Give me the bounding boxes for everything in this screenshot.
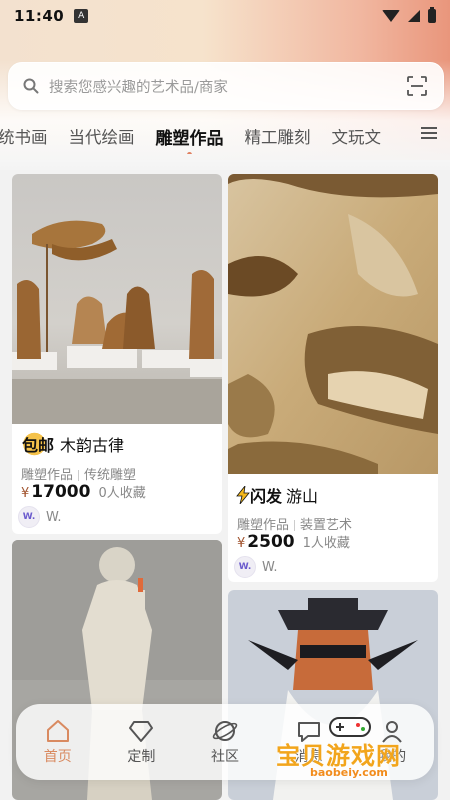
- tab-fine-carving[interactable]: 精工雕刻: [245, 124, 311, 148]
- product-price-row: ¥ 2500 1人收藏: [237, 532, 350, 552]
- menu-icon[interactable]: [420, 126, 438, 140]
- tab-sculpture[interactable]: 雕塑作品: [156, 124, 224, 154]
- free-shipping-badge: 包邮: [20, 432, 57, 456]
- avatar: W.: [234, 556, 256, 578]
- seller-name: W.: [262, 559, 278, 575]
- nav-home[interactable]: 首页: [23, 718, 93, 766]
- favorite-count: 0人收藏: [98, 486, 146, 501]
- flash-ship-badge: 闪发: [236, 483, 282, 507]
- product-image-rock-texture[interactable]: [228, 174, 438, 474]
- diamond-icon: [129, 721, 154, 742]
- signal-icon: [408, 10, 420, 22]
- search-icon: [23, 78, 39, 94]
- favorite-count: 1人收藏: [302, 536, 350, 551]
- tab-traditional-calligraphy[interactable]: 统书画: [0, 124, 48, 148]
- status-icons: [382, 7, 436, 23]
- battery-icon: [428, 7, 436, 23]
- status-bar: 11:40 A: [0, 0, 450, 32]
- scan-icon[interactable]: [405, 74, 429, 98]
- currency-symbol: ¥: [237, 536, 246, 551]
- nav-community[interactable]: 社区: [190, 718, 260, 766]
- nav-custom[interactable]: 定制: [106, 718, 176, 766]
- lightning-icon: [236, 486, 250, 504]
- currency-symbol: ¥: [21, 486, 30, 501]
- product-price: 17000: [31, 482, 91, 502]
- planet-icon: [212, 721, 238, 741]
- avatar: W.: [18, 506, 40, 528]
- category-tabs: 统书画 当代绘画 雕塑作品 精工雕刻 文玩文: [0, 118, 450, 154]
- product-categories: 雕塑作品 传统雕塑: [21, 468, 137, 483]
- nav-custom-label: 定制: [127, 749, 156, 765]
- product-categories: 雕塑作品 装置艺术: [237, 518, 353, 533]
- product-title: 游山: [286, 487, 319, 506]
- seller-info[interactable]: W. W.: [18, 506, 62, 528]
- nav-community-label: 社区: [210, 749, 239, 765]
- notification-icon: A: [74, 9, 89, 23]
- home-icon: [46, 720, 69, 742]
- product-image-sculpture-group[interactable]: [12, 174, 222, 424]
- status-time: 11:40: [14, 7, 65, 25]
- product-title: 木韵古律: [60, 436, 125, 455]
- tab-contemporary-painting[interactable]: 当代绘画: [69, 124, 135, 148]
- search-bar[interactable]: 搜索您感兴趣的艺术品/商家: [8, 62, 444, 110]
- site-watermark: 宝贝游戏网 baobeiy.com: [270, 712, 440, 782]
- tab-collectibles[interactable]: 文玩文: [332, 124, 382, 148]
- seller-name: W.: [46, 509, 62, 525]
- watermark-url: baobeiy.com: [310, 766, 388, 779]
- product-card[interactable]: 闪发 游山 雕塑作品 装置艺术 ¥ 2500 1人收藏 W. W.: [228, 174, 438, 582]
- seller-info[interactable]: W. W.: [234, 556, 278, 578]
- wifi-icon: [382, 10, 400, 22]
- nav-home-label: 首页: [43, 749, 72, 765]
- product-card[interactable]: 包邮 木韵古律 雕塑作品 传统雕塑 ¥ 17000 0人收藏 W. W.: [12, 174, 222, 534]
- product-price-row: ¥ 17000 0人收藏: [21, 482, 146, 502]
- search-placeholder[interactable]: 搜索您感兴趣的艺术品/商家: [49, 76, 228, 97]
- product-price: 2500: [247, 532, 295, 552]
